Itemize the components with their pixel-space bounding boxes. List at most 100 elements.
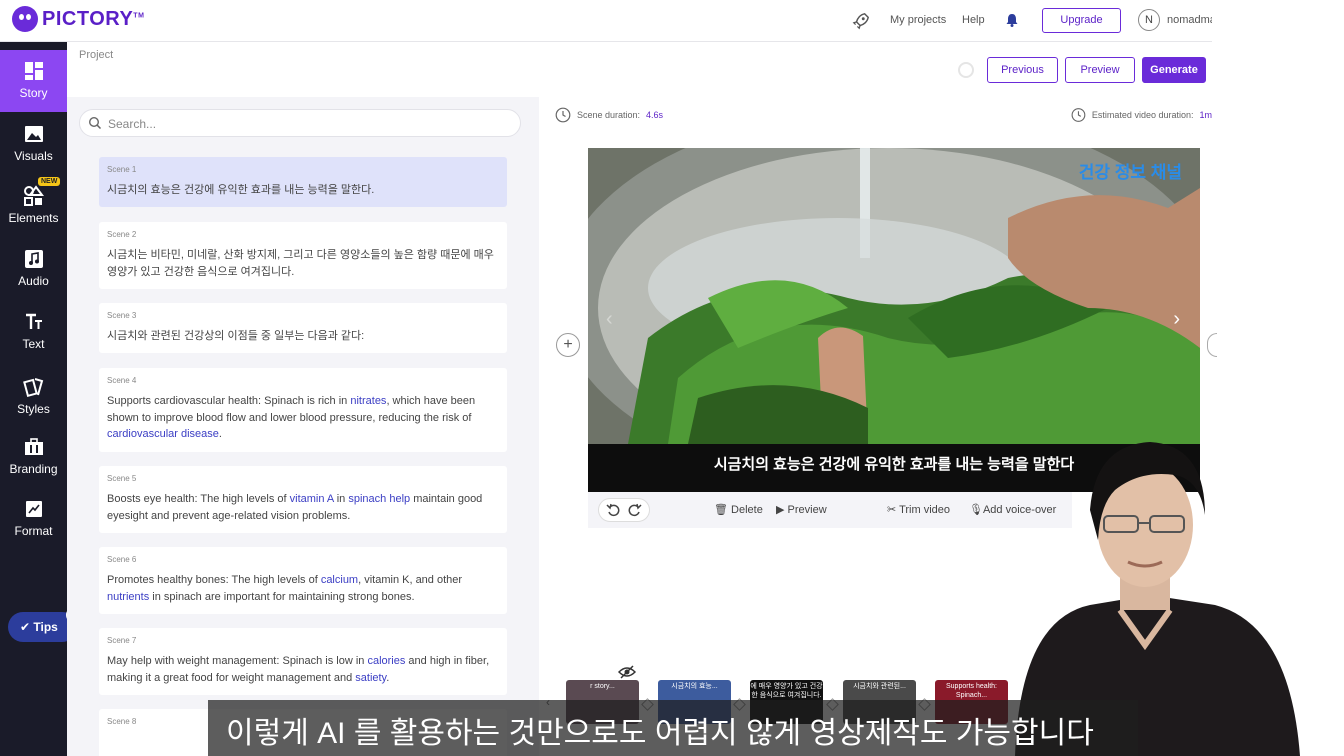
sidebar-item-story[interactable]: Story	[0, 50, 67, 112]
scene-card-6[interactable]: Scene 6 Promotes healthy bones: The high…	[99, 547, 507, 614]
scene-text-segment: May help with weight management: Spinach…	[107, 655, 368, 667]
sidebar-item-styles[interactable]: Styles	[0, 366, 67, 428]
sidebar-item-label: Format	[14, 524, 53, 538]
nav-my-projects[interactable]: My projects	[890, 14, 946, 26]
sidebar-item-label: Branding	[9, 462, 58, 476]
search-box[interactable]	[79, 109, 521, 137]
highlighted-keyword[interactable]: calcium	[321, 574, 358, 586]
pictory-logo[interactable]: PICTORYTM	[12, 6, 144, 32]
sidebar-item-visuals[interactable]: Visuals	[0, 113, 67, 175]
scene-text[interactable]: 시금치와 관련된 건강상의 이점들 중 일부는 다음과 같다:	[107, 328, 499, 345]
trim-video-button[interactable]: ✂ Trim video	[887, 503, 950, 516]
bell-icon[interactable]	[1004, 12, 1020, 28]
scene-list-panel: Scene 1 시금치의 효능은 건강에 유익한 효과를 내는 능력을 말한다.…	[67, 97, 539, 756]
check-icon: ✔	[20, 620, 34, 634]
add-scene-button[interactable]: +	[556, 333, 580, 357]
avatar[interactable]: N	[1138, 9, 1160, 31]
scene-text[interactable]: Boosts eye health: The high levels of vi…	[107, 491, 499, 524]
sidebar-item-label: Styles	[17, 402, 50, 416]
scene-text-segment: in spinach are important for maintaining…	[149, 590, 415, 603]
redo-icon[interactable]	[627, 502, 643, 518]
scene-text-segment: 시금치는 비타민, 미네랄, 산화 방지제, 그리고 다른 영양소들의 높은 함…	[107, 249, 494, 278]
preview-button[interactable]: Preview	[1065, 57, 1135, 83]
scene-text[interactable]: 시금치의 효능은 건강에 유익한 효과를 내는 능력을 말한다.	[107, 182, 499, 199]
highlighted-keyword[interactable]: calories	[367, 655, 405, 667]
pictory-app: PICTORYTM My projects Help Upgrade N nom…	[0, 0, 1344, 756]
delete-button[interactable]: 🗑 Delete	[714, 503, 763, 516]
new-badge: NEW	[38, 177, 61, 186]
scene-text-segment: Supports cardiovascular health: Spinach …	[107, 395, 351, 407]
music-icon	[24, 250, 43, 268]
scene-number: Scene 4	[107, 376, 137, 385]
scene-number: Scene 6	[107, 555, 137, 564]
sidebar-item-label: Visuals	[14, 149, 53, 163]
sidebar: Story Visuals NEW Elements Audio Text St…	[0, 42, 67, 756]
styles-icon	[22, 378, 43, 398]
sidebar-item-audio[interactable]: Audio	[0, 238, 67, 300]
highlighted-keyword[interactable]: cardiovascular disease	[107, 428, 219, 440]
sidebar-item-branding[interactable]: Branding	[0, 426, 67, 488]
clock-icon	[1071, 108, 1086, 122]
loading-spinner-icon	[958, 62, 974, 78]
scene-text-segment: 시금치와 관련된 건강상의 이점들 중 일부는 다음과 같다:	[107, 330, 365, 342]
scene-preview-button[interactable]: ▶ Preview	[776, 503, 827, 516]
search-input[interactable]	[108, 115, 508, 133]
tips-label: Tips	[33, 620, 58, 634]
sidebar-item-elements[interactable]: NEW Elements	[0, 175, 67, 237]
highlighted-keyword[interactable]: nutrients	[107, 591, 149, 603]
subtitle-text: 이렇게 AI 를 활용하는 것만으로도 어렵지 않게 영상제작도 가능합니다	[226, 717, 1094, 750]
username[interactable]: nomadma	[1167, 14, 1212, 26]
scene-card-3[interactable]: Scene 3 시금치와 관련된 건강상의 이점들 중 일부는 다음과 같다:	[99, 303, 507, 353]
sidebar-item-text[interactable]: Text	[0, 301, 67, 363]
sidebar-item-format[interactable]: Format	[0, 488, 67, 550]
next-scene-edge-button[interactable]	[1207, 333, 1217, 357]
scene-duration-label: Scene duration:	[577, 110, 641, 120]
octopus-logo-icon	[12, 6, 38, 32]
chevron-right-icon[interactable]: ›	[1173, 308, 1180, 331]
image-icon	[24, 126, 43, 142]
estimated-duration: Estimated video duration: 1m	[1071, 107, 1212, 123]
elements-icon	[23, 185, 44, 206]
microphone-icon: 🎙	[969, 504, 983, 516]
previous-button[interactable]: Previous	[987, 57, 1058, 83]
scene-card-5[interactable]: Scene 5 Boosts eye health: The high leve…	[99, 466, 507, 533]
scene-text-segment: .	[218, 428, 222, 440]
estimated-duration-value: 1m	[1199, 110, 1212, 120]
scene-text-segment: 시금치의 효능은 건강에 유익한 효과를 내는 능력을 말한다.	[107, 184, 375, 196]
undo-icon[interactable]	[605, 502, 621, 518]
scene-duration-value: 4.6s	[646, 110, 664, 120]
play-icon: ▶	[776, 504, 788, 516]
scene-card-7[interactable]: Scene 7 May help with weight management:…	[99, 628, 507, 695]
scene-number: Scene 3	[107, 311, 137, 320]
scene-text-segment: Promotes healthy bones: The high levels …	[107, 574, 321, 586]
upgrade-button[interactable]: Upgrade	[1042, 8, 1121, 33]
chevron-left-icon[interactable]: ‹	[606, 308, 613, 331]
scene-text[interactable]: May help with weight management: Spinach…	[107, 653, 499, 686]
generate-button[interactable]: Generate	[1142, 57, 1206, 83]
nav-help[interactable]: Help	[962, 14, 985, 26]
scene-text[interactable]: Promotes healthy bones: The high levels …	[107, 572, 499, 605]
scene-text[interactable]: 시금치는 비타민, 미네랄, 산화 방지제, 그리고 다른 영양소들의 높은 함…	[107, 247, 499, 280]
highlighted-keyword[interactable]: vitamin A	[290, 493, 334, 505]
story-icon	[24, 62, 43, 80]
scene-text-segment: , vitamin K, and other	[358, 574, 463, 586]
scene-card-1[interactable]: Scene 1 시금치의 효능은 건강에 유익한 효과를 내는 능력을 말한다.	[99, 157, 507, 207]
scene-text[interactable]: Supports cardiovascular health: Spinach …	[107, 393, 499, 443]
sidebar-item-label: Elements	[8, 211, 59, 225]
rocket-icon[interactable]	[852, 12, 870, 30]
project-title[interactable]: Project	[79, 49, 113, 61]
clock-icon	[555, 107, 571, 123]
scissors-icon: ✂	[887, 504, 900, 516]
logo-text: PICTORYTM	[42, 7, 145, 30]
scene-number: Scene 2	[107, 230, 137, 239]
sidebar-item-label: Story	[19, 86, 48, 100]
highlighted-keyword[interactable]: nitrates	[350, 395, 386, 407]
eye-off-icon[interactable]	[618, 665, 636, 679]
scene-card-2[interactable]: Scene 2 시금치는 비타민, 미네랄, 산화 방지제, 그리고 다른 영양…	[99, 222, 507, 289]
sidebar-item-label: Text	[22, 337, 45, 351]
scene-card-4[interactable]: Scene 4 Supports cardiovascular health: …	[99, 368, 507, 452]
highlighted-keyword[interactable]: spinach help	[348, 493, 410, 505]
highlighted-keyword[interactable]: satiety	[355, 672, 386, 684]
scene-number: Scene 1	[107, 165, 137, 174]
scene-number: Scene 7	[107, 636, 137, 645]
